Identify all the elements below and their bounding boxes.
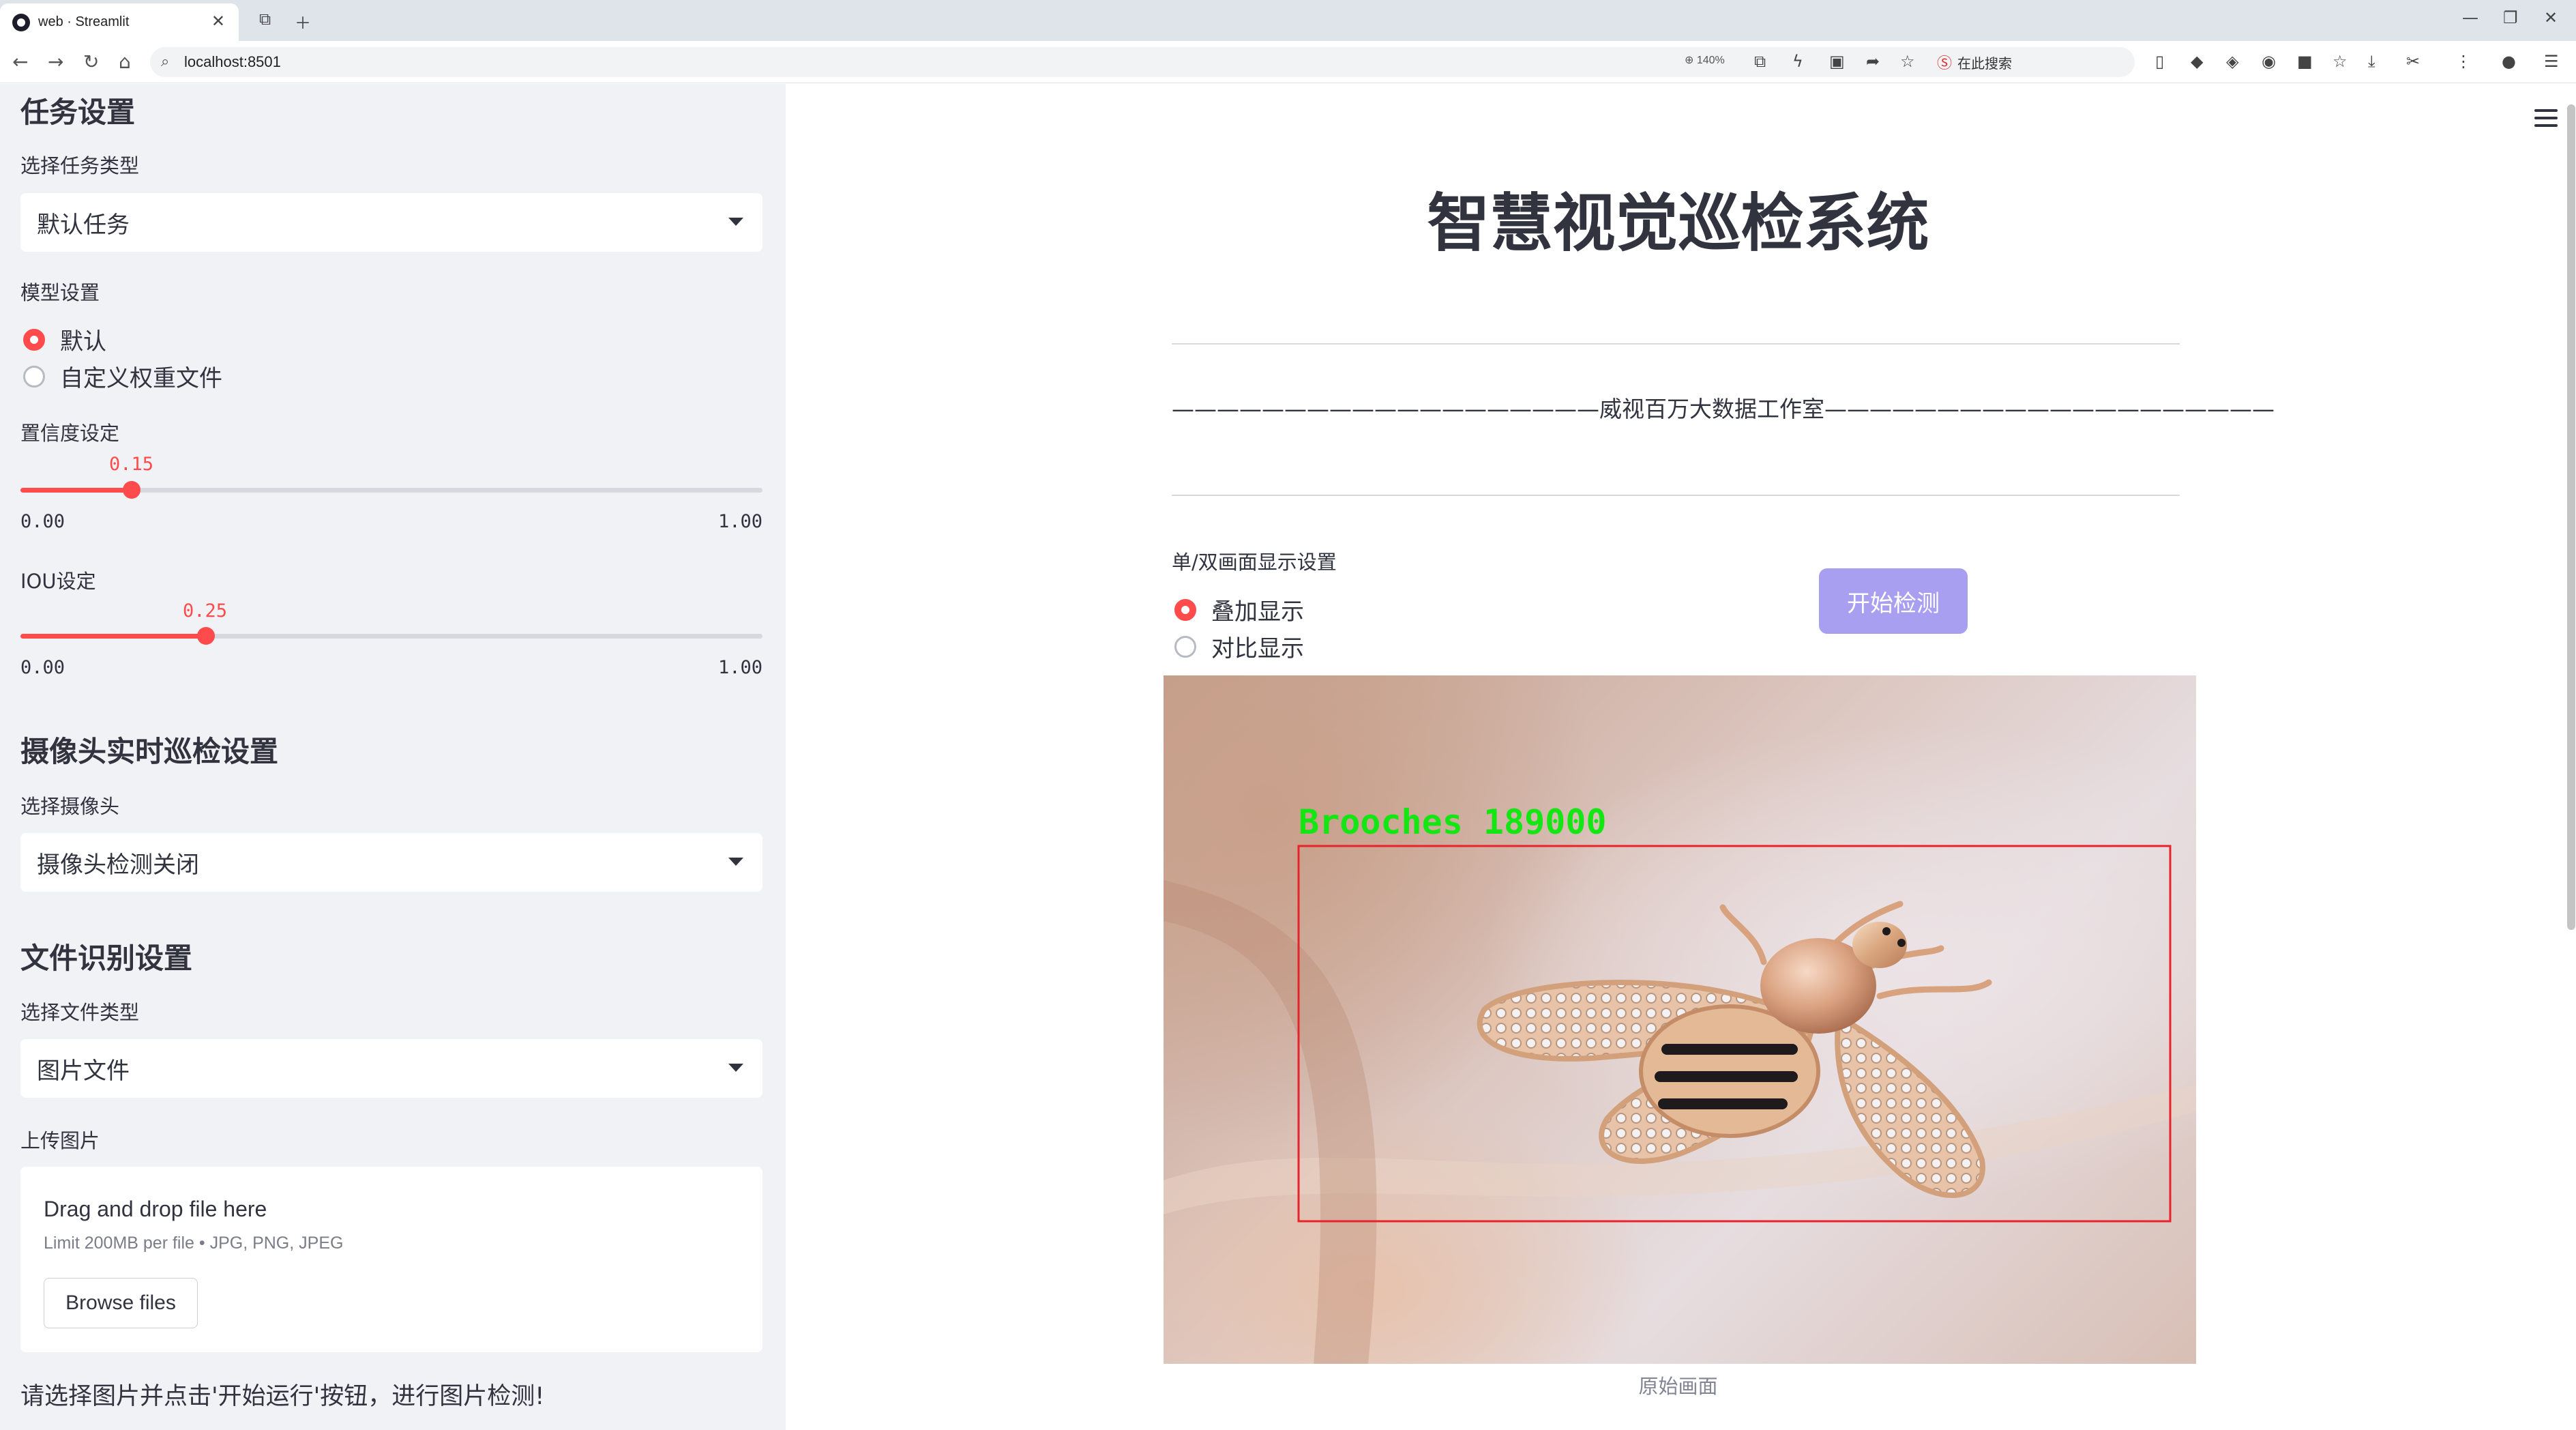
- model-option-label: 自定义权重文件: [60, 365, 222, 392]
- streamlit-favicon-icon: [12, 13, 30, 31]
- upload-limit-text: Limit 200MB per file • JPG, PNG, JPEG: [44, 1234, 344, 1253]
- chevron-down-icon: [728, 218, 743, 226]
- close-tab-icon[interactable]: ✕: [211, 12, 225, 31]
- file-type-value: 图片文件: [37, 1057, 130, 1085]
- sidebar: 任务设置 选择任务类型 默认任务 模型设置 默认 自定义权重文件 置信度设定 0…: [0, 84, 786, 1430]
- tab-title: web · Streamlit: [38, 14, 130, 29]
- divider: [1172, 495, 2180, 496]
- profile-avatar-icon[interactable]: ●: [2502, 52, 2516, 71]
- scissors-icon[interactable]: ✂: [2406, 52, 2420, 71]
- iou-slider-handle[interactable]: [197, 627, 215, 645]
- minimize-icon[interactable]: —: [2462, 8, 2478, 27]
- search-placeholder: 在此搜索: [1957, 55, 2013, 72]
- screenshot-icon[interactable]: ▣: [1829, 52, 1845, 71]
- start-detection-button[interactable]: 开始检测: [1819, 568, 1968, 634]
- restore-icon[interactable]: ❐: [2503, 8, 2518, 27]
- iou-max: 1.00: [717, 657, 763, 678]
- zoom-indicator[interactable]: ⊕ 140%: [1685, 53, 1725, 67]
- chevron-down-icon: [728, 1064, 743, 1072]
- confidence-value: 0.15: [109, 454, 154, 475]
- instruction-note: 请选择图片并点击'开始运行'按钮，进行图片检测!: [20, 1383, 545, 1410]
- upload-label: 上传图片: [20, 1129, 100, 1152]
- download-icon[interactable]: ⤓: [2368, 52, 2375, 71]
- confidence-min: 0.00: [20, 511, 65, 532]
- iou-value: 0.25: [183, 600, 228, 622]
- display-option-label: 叠加显示: [1211, 598, 1304, 626]
- new-tab-icon[interactable]: ＋: [295, 10, 311, 33]
- menu-dots-icon[interactable]: ⋮: [2455, 52, 2472, 71]
- radio-unselected-icon[interactable]: [23, 365, 45, 388]
- browser-tab-bar: web · Streamlit ✕ ⧉ ＋ — ❐ ✕: [0, 0, 2576, 41]
- task-type-select[interactable]: 默认任务: [20, 193, 763, 252]
- extension-4-icon[interactable]: ■: [2297, 52, 2313, 71]
- home-icon[interactable]: ⌂: [119, 50, 131, 73]
- file-uploader-dropzone[interactable]: Drag and drop file here Limit 200MB per …: [20, 1167, 763, 1352]
- model-settings-label: 模型设置: [20, 281, 100, 304]
- detection-label: Brooches 189000: [1299, 802, 1607, 842]
- camera-settings-heading: 摄像头实时巡检设置: [20, 735, 279, 768]
- forward-icon[interactable]: →: [48, 50, 63, 73]
- radio-selected-icon[interactable]: [23, 328, 45, 351]
- hamburger-menu-icon[interactable]: [2534, 109, 2558, 132]
- browse-files-button[interactable]: Browse files: [44, 1278, 198, 1328]
- iou-slider[interactable]: [20, 627, 763, 645]
- url-text: localhost:8501: [184, 53, 281, 70]
- search-engine-icon: Ⓢ: [1937, 55, 1953, 72]
- favorites-icon[interactable]: ☆: [2333, 52, 2348, 71]
- confidence-max: 1.00: [717, 511, 763, 532]
- task-settings-heading: 任务设置: [20, 96, 136, 129]
- browser-search-box[interactable]: Ⓢ 在此搜索: [1937, 50, 2142, 74]
- confidence-label: 置信度设定: [20, 422, 120, 445]
- confidence-slider-handle[interactable]: [123, 481, 141, 499]
- file-type-select[interactable]: 图片文件: [20, 1039, 763, 1098]
- browser-tab[interactable]: web · Streamlit ✕: [0, 3, 239, 41]
- main-content: 智慧视觉巡检系统 ———————————————————威视百万大数据工作室——…: [786, 84, 2576, 1430]
- site-info-icon[interactable]: ⌕: [161, 53, 169, 70]
- task-type-label: 选择任务类型: [20, 154, 140, 177]
- radio-unselected-icon[interactable]: [1174, 635, 1196, 658]
- detection-image: Brooches 189000: [1164, 675, 2196, 1364]
- back-icon[interactable]: ←: [12, 50, 28, 73]
- display-option-compare[interactable]: 对比显示: [1174, 630, 1304, 663]
- drop-text: Drag and drop file here: [44, 1197, 267, 1221]
- chevron-down-icon: [728, 858, 743, 866]
- lightning-icon[interactable]: ϟ: [1792, 52, 1803, 71]
- close-window-icon[interactable]: ✕: [2544, 8, 2558, 27]
- extension-2-icon[interactable]: ◈: [2226, 52, 2238, 71]
- zoom-level: 140%: [1696, 55, 1725, 66]
- phone-icon[interactable]: ▯: [2155, 52, 2164, 71]
- reload-icon[interactable]: ↻: [83, 50, 99, 73]
- model-option-custom[interactable]: 自定义权重文件: [23, 360, 222, 393]
- camera-select-label: 选择摄像头: [20, 795, 120, 818]
- confidence-slider[interactable]: [20, 481, 763, 499]
- address-bar-row: ← → ↻ ⌂ ⌕ localhost:8501 ⊕ 140% ⧉ ϟ ▣ ➦ …: [0, 41, 2576, 83]
- iou-label: IOU设定: [20, 570, 96, 593]
- brooch-image: Brooches 189000: [1164, 802, 2196, 1364]
- divider: [1172, 343, 2180, 345]
- iou-slider-fill: [20, 634, 206, 639]
- extension-3-icon[interactable]: ◉: [2262, 52, 2276, 71]
- camera-select-value: 摄像头检测关闭: [37, 851, 199, 879]
- model-option-default[interactable]: 默认: [23, 323, 106, 356]
- confidence-slider-fill: [20, 488, 132, 493]
- radio-selected-icon[interactable]: [1174, 598, 1196, 621]
- file-settings-heading: 文件识别设置: [20, 942, 193, 975]
- camera-select[interactable]: 摄像头检测关闭: [20, 833, 763, 892]
- display-option-label: 对比显示: [1211, 635, 1304, 662]
- file-type-label: 选择文件类型: [20, 1001, 140, 1024]
- share-icon[interactable]: ➦: [1866, 52, 1880, 71]
- display-option-overlay[interactable]: 叠加显示: [1174, 593, 1304, 626]
- image-caption: 原始画面: [1638, 1375, 1718, 1398]
- tab-groups-icon[interactable]: ⧉: [259, 10, 271, 29]
- iou-min: 0.00: [20, 657, 65, 678]
- display-mode-label: 单/双画面显示设置: [1172, 551, 1337, 574]
- bookmark-star-icon[interactable]: ☆: [1900, 52, 1915, 71]
- model-option-label: 默认: [60, 328, 106, 355]
- task-type-value: 默认任务: [37, 211, 130, 239]
- studio-line: ———————————————————威视百万大数据工作室———————————…: [1172, 396, 2275, 422]
- page-title: 智慧视觉巡检系统: [1427, 187, 1929, 260]
- translate-icon[interactable]: ⧉: [1754, 52, 1766, 71]
- extension-icon[interactable]: ◆: [2191, 52, 2203, 71]
- browser-menu-icon[interactable]: ☰: [2544, 52, 2559, 71]
